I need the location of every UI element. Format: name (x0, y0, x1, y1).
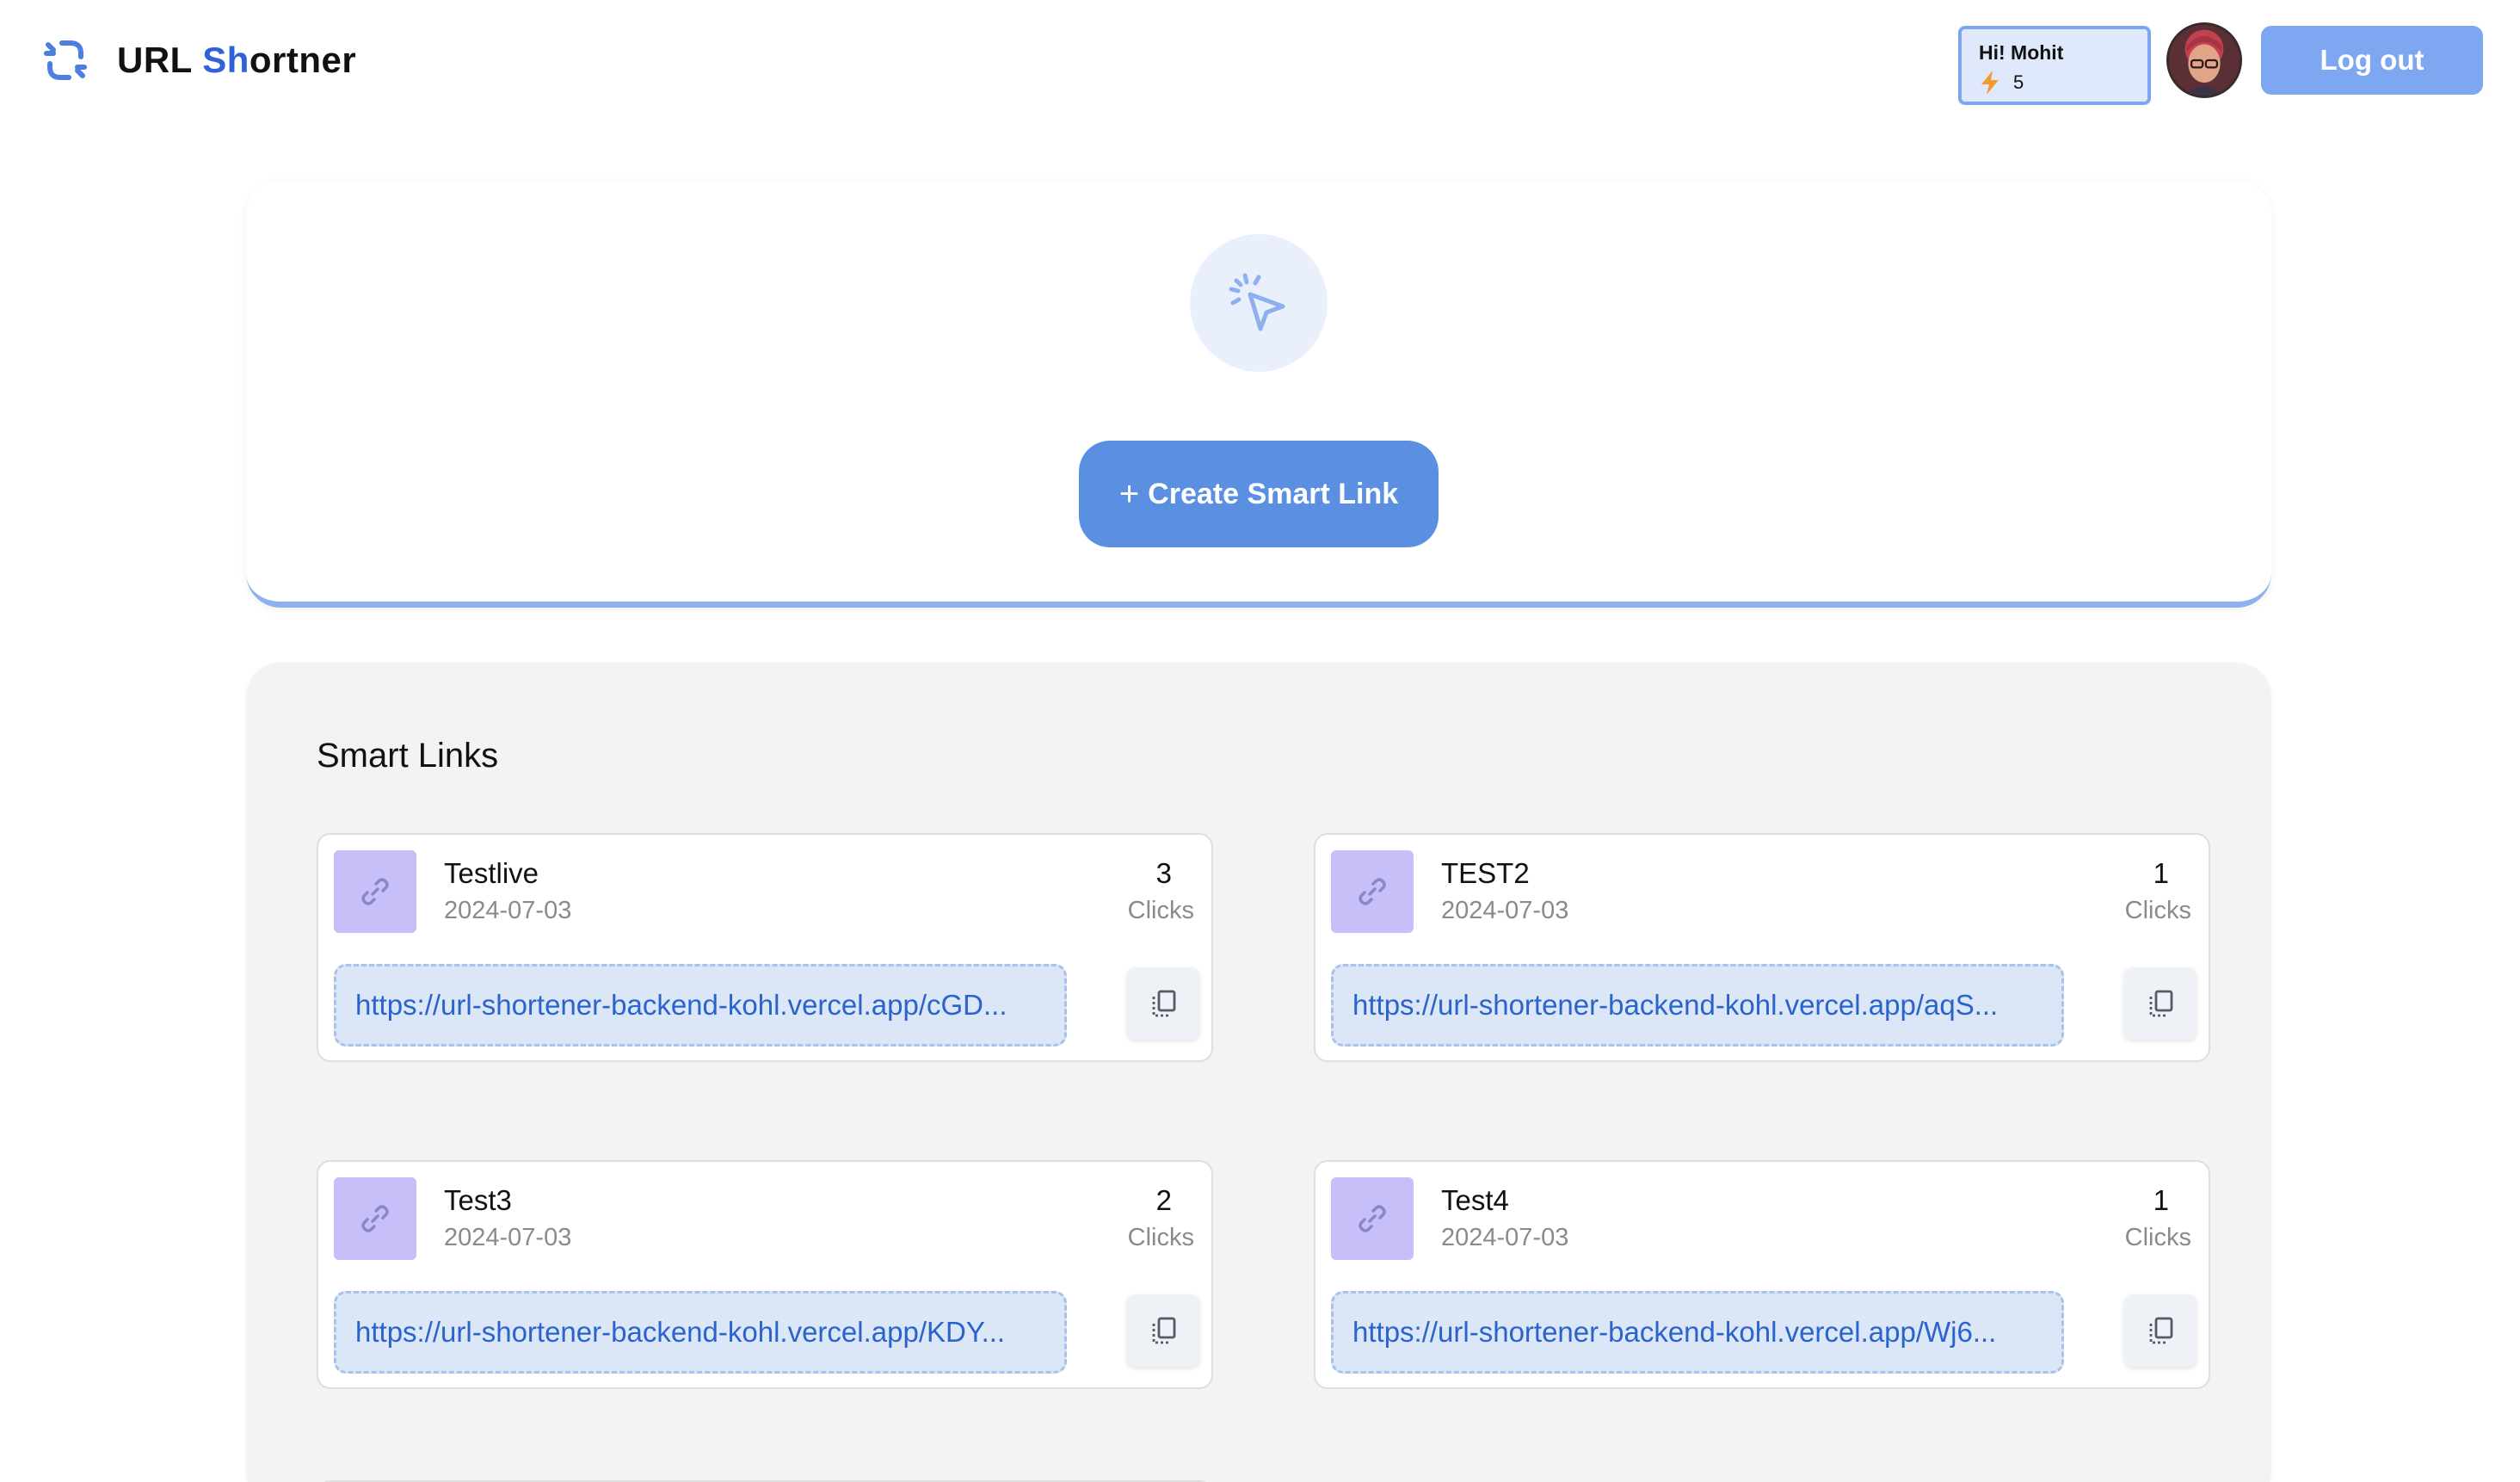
link-name: TEST2 (1441, 857, 1530, 889)
app-title: URL Shortner (117, 40, 357, 80)
user-credits-badge: Hi! Mohit 5 (1958, 26, 2151, 105)
link-icon (361, 1205, 389, 1232)
link-card: TEST2 2024-07-03 1 Clicks https://url-sh… (1314, 833, 2210, 1062)
link-name: Test4 (1441, 1184, 1509, 1216)
lightning-bolt-icon (1981, 71, 1999, 95)
click-count: 1 (2153, 857, 2169, 889)
clicks-label: Clicks (2124, 897, 2191, 924)
create-smart-link-button[interactable]: + Create Smart Link (1079, 441, 1439, 547)
create-link-card: + Create Smart Link (246, 181, 2271, 608)
smart-links-panel: Smart Links Testlive 2024-07-03 3 Clicks… (246, 663, 2271, 1482)
broken-link-icon (44, 40, 87, 80)
short-url-link[interactable]: https://url-shortener-backend-kohl.verce… (1331, 1291, 2064, 1374)
link-card: Testlive 2024-07-03 3 Clicks https://url… (317, 833, 1213, 1062)
short-url-link[interactable]: https://url-shortener-backend-kohl.verce… (1331, 964, 2064, 1047)
copy-icon (1152, 990, 1176, 1017)
link-icon (1359, 1205, 1386, 1232)
copy-button[interactable] (2124, 1294, 2197, 1367)
link-icon (1359, 878, 1386, 905)
copy-icon (2149, 990, 2173, 1017)
section-title: Smart Links (317, 737, 499, 775)
link-thumbnail (1331, 1177, 1414, 1260)
link-date: 2024-07-03 (444, 1224, 572, 1251)
link-name: Test3 (444, 1184, 512, 1216)
short-url-link[interactable]: https://url-shortener-backend-kohl.verce… (334, 964, 1067, 1047)
short-url-link[interactable]: https://url-shortener-backend-kohl.verce… (334, 1291, 1067, 1374)
credit-count: 5 (2013, 71, 2024, 93)
copy-button[interactable] (2124, 967, 2197, 1040)
link-date: 2024-07-03 (1441, 1224, 1569, 1251)
clicks-label: Clicks (2124, 1224, 2191, 1251)
copy-button[interactable] (1127, 1294, 1199, 1367)
logout-button[interactable]: Log out (2261, 26, 2483, 95)
link-date: 2024-07-03 (1441, 897, 1569, 924)
clicks-label: Clicks (1127, 897, 1194, 924)
click-count: 2 (1155, 1184, 1172, 1216)
credits-row: 5 (1979, 70, 2130, 96)
link-card: Test3 2024-07-03 2 Clicks https://url-sh… (317, 1160, 1213, 1389)
link-thumbnail (334, 1177, 416, 1260)
link-thumbnail (334, 850, 416, 933)
copy-icon (2149, 1317, 2173, 1344)
top-header: URL Shortner Hi! Mohit 5 Log out (0, 0, 2520, 120)
link-card: Test4 2024-07-03 1 Clicks https://url-sh… (1314, 1160, 2210, 1389)
clicks-label: Clicks (1127, 1224, 1194, 1251)
pointer-click-icon-wrapper (1190, 234, 1328, 372)
create-smart-link-label: Create Smart Link (1148, 477, 1399, 510)
avatar[interactable] (2166, 22, 2242, 98)
user-avatar-image (2169, 25, 2240, 96)
click-count: 1 (2153, 1184, 2169, 1216)
brand[interactable]: URL Shortner (40, 34, 356, 86)
plus-icon: + (1118, 474, 1140, 513)
click-count: 3 (1155, 857, 1172, 889)
copy-button[interactable] (1127, 967, 1199, 1040)
link-thumbnail (1331, 850, 1414, 933)
copy-icon (1152, 1317, 1176, 1344)
link-icon (361, 878, 389, 905)
link-name: Testlive (444, 857, 539, 889)
pointer-click-icon (1229, 273, 1285, 331)
user-greeting: Hi! Mohit (1979, 41, 2064, 64)
link-date: 2024-07-03 (444, 897, 572, 924)
